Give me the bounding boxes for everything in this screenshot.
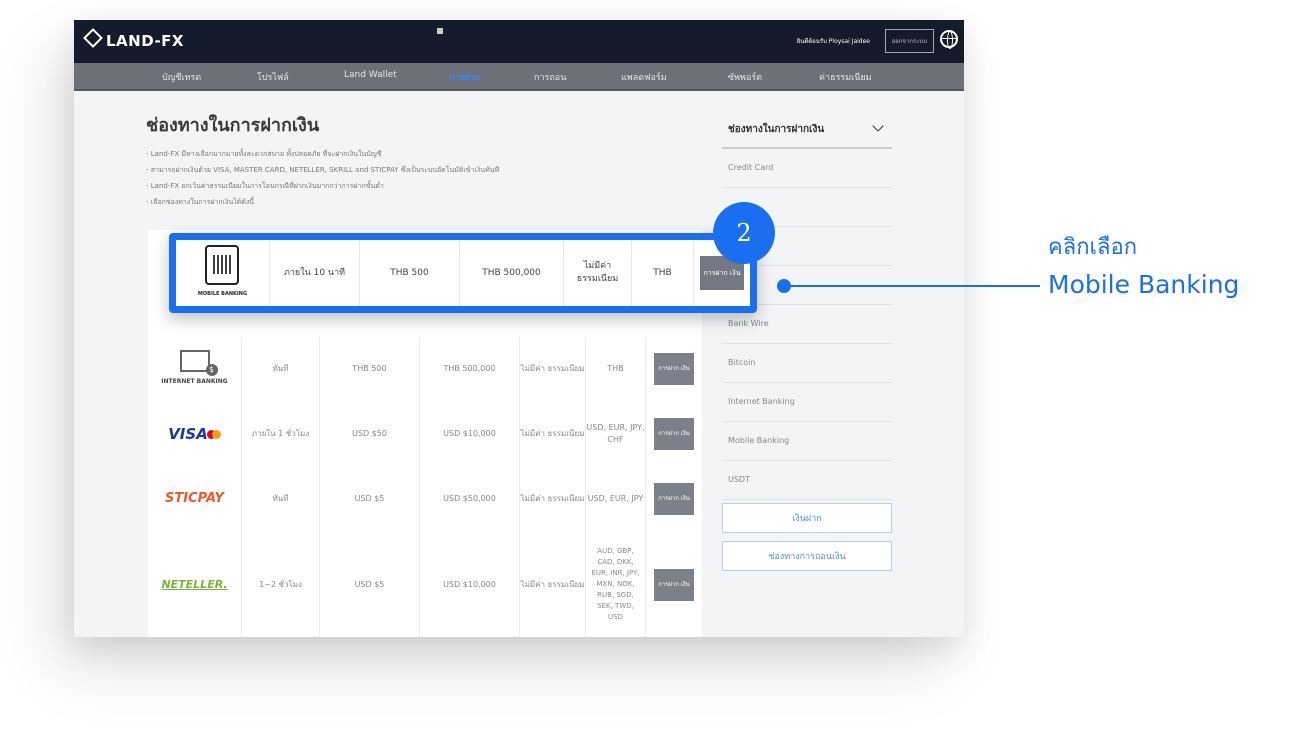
page-title: ช่องทางในการฝากเงิน: [146, 115, 320, 136]
welcome-text: ยินดีต้อนรับ Ploysai Jaidee: [796, 38, 870, 45]
method-cell: MOBILE BANKING: [176, 240, 270, 306]
bullet-item: Land-FX มีทางเลือกมากมายทั้งสะดวกสบาย ทั…: [146, 146, 499, 162]
deposit-channel-button[interactable]: เงินฝาก: [722, 503, 892, 533]
bullet-item: สามารถฝากเงินด้วย VISA, MASTER CARD, NET…: [146, 162, 499, 178]
square-icon: [437, 28, 443, 34]
nav-platform[interactable]: แพลตฟอร์ม: [621, 70, 667, 84]
brand-logo[interactable]: LAND-FX: [83, 28, 184, 50]
annotation-line-1: คลิกเลือก: [1048, 235, 1138, 260]
intro-bullets: Land-FX มีทางเลือกมากมายทั้งสะดวกสบาย ทั…: [146, 146, 499, 210]
deposit-button[interactable]: การฝาก เงิน: [654, 417, 694, 450]
neteller-logo: NETELLER.: [161, 577, 228, 591]
deposit-button[interactable]: การฝาก เงิน: [654, 483, 694, 515]
diamond-logo-icon: [83, 28, 103, 48]
max-cell: THB 500,000: [420, 337, 520, 401]
nav-support[interactable]: ซัพพอร์ต: [728, 70, 762, 84]
nav-land-wallet[interactable]: Land Wallet: [344, 70, 397, 80]
qr-phone-icon: [205, 245, 240, 285]
step-badge: 2: [713, 202, 775, 264]
nav-fees[interactable]: ค่าธรรมเนียม: [819, 70, 872, 84]
nav-trading-account[interactable]: บัญชีเทรด: [162, 70, 201, 84]
method-cell: NETELLER.: [148, 532, 242, 637]
min-cell: USD $50: [320, 401, 420, 466]
action-cell: การฝาก เงิน: [646, 337, 702, 401]
currency-cell: USD, EUR, JPY, CHF: [586, 401, 646, 466]
screenshot-frame: LAND-FX ยินดีต้อนรับ Ploysai Jaidee ออกจ…: [74, 20, 964, 637]
bank-icon: [179, 350, 218, 376]
action-cell: การฝาก เงิน: [646, 401, 702, 466]
table-row: INTERNET BANKING ทันที THB 500 THB 500,0…: [148, 337, 702, 402]
visa-logo: VISA: [168, 424, 221, 443]
time-cell: ทันที: [242, 337, 320, 401]
time-cell: 1~2 ชั่วโมง: [242, 532, 320, 637]
max-cell: USD $10,000: [420, 532, 520, 637]
currency-cell: AUD, GBP, CAD, DKK, EUR, INR, JPY, MXN, …: [586, 532, 646, 637]
method-cell: VISA: [148, 401, 242, 466]
time-cell: ภายใน 1 ชั่วโมง: [242, 401, 320, 466]
deposit-button[interactable]: การฝาก เงิน: [654, 568, 694, 601]
sidebar-item-mobile-banking[interactable]: Mobile Banking: [722, 422, 892, 461]
min-cell: USD $5: [320, 466, 420, 532]
bullet-item: Land-FX ยกเว้นค่าธรรมเนียมในการโอนกรณีที…: [146, 178, 499, 194]
table-row: NETELLER. 1~2 ชั่วโมง USD $5 USD $10,000…: [148, 532, 702, 637]
min-cell: USD $5: [320, 532, 420, 637]
fee-cell: ไม่มีค่า ธรรมเนียม: [520, 401, 586, 466]
fee-cell: ไม่มีค่า ธรรมเนียม: [520, 532, 586, 637]
deposit-button[interactable]: การฝาก เงิน: [654, 353, 694, 385]
time-cell: ภายใน 10 นาที: [270, 240, 360, 306]
highlighted-mobile-banking-row[interactable]: MOBILE BANKING ภายใน 10 นาที THB 500 THB…: [169, 233, 757, 313]
connector-line: [783, 285, 1040, 287]
method-label: VISA: [168, 424, 208, 443]
fee-cell: ไม่มีค่า ธรรมเนียม: [520, 337, 586, 401]
withdraw-channel-button[interactable]: ช่องทางการถอนเงิน: [722, 541, 892, 571]
nav-profile[interactable]: โปรไฟล์: [257, 70, 289, 84]
logo-text: LAND-FX: [106, 32, 184, 50]
min-cell: THB 500: [320, 337, 420, 401]
currency-cell: THB: [632, 240, 694, 306]
sidebar-dropdown[interactable]: ช่องทางในการฝากเงิน: [722, 110, 892, 149]
method-cell: INTERNET BANKING: [148, 337, 242, 401]
chevron-down-icon: [872, 120, 884, 132]
table-row: VISA ภายใน 1 ชั่วโมง USD $50 USD $10,000…: [148, 401, 702, 467]
fee-cell: ไม่มีค่า ธรรมเนียม: [520, 466, 586, 532]
method-label: MOBILE BANKING: [197, 291, 248, 297]
time-cell: ทันที: [242, 466, 320, 532]
max-cell: USD $10,000: [420, 401, 520, 466]
method-cell: STICPAY: [148, 466, 242, 532]
logout-button[interactable]: ออกจากระบบ: [884, 29, 934, 53]
action-cell: การฝาก เงิน: [646, 466, 702, 532]
sidebar-heading: ช่องทางในการฝากเงิน: [728, 124, 825, 135]
sidebar-item-bitcoin[interactable]: Bitcoin: [722, 344, 892, 383]
sticpay-logo: STICPAY: [165, 491, 224, 506]
nav-withdraw[interactable]: การถอน: [534, 70, 566, 84]
currency-cell: THB: [586, 337, 646, 401]
sidebar-item-internet-banking[interactable]: Internet Banking: [722, 383, 892, 422]
sidebar-item-credit-card[interactable]: Credit Card: [722, 149, 892, 188]
main-nav: บัญชีเทรด โปรไฟล์ Land Wallet การฝาก การ…: [74, 63, 964, 91]
mastercard-icon-part: [211, 429, 221, 439]
annotation-line-2: Mobile Banking: [1048, 270, 1240, 299]
currency-cell: USD, EUR, JPY: [586, 466, 646, 532]
method-label: INTERNET BANKING: [161, 378, 228, 385]
sidebar-item-usdt[interactable]: USDT: [722, 461, 892, 500]
action-cell: การฝาก เงิน: [646, 532, 702, 637]
bullet-item: เลือกช่องทางในการฝากเงินได้ดังนี้: [146, 194, 499, 210]
top-header: LAND-FX ยินดีต้อนรับ Ploysai Jaidee ออกจ…: [74, 20, 964, 63]
fee-cell: ไม่มีค่า ธรรมเนียม: [564, 240, 632, 306]
max-cell: THB 500,000: [460, 240, 564, 306]
table-row: STICPAY ทันที USD $5 USD $50,000 ไม่มีค่…: [148, 466, 702, 533]
max-cell: USD $50,000: [420, 466, 520, 532]
min-cell: THB 500: [360, 240, 460, 306]
globe-icon[interactable]: [940, 30, 958, 49]
nav-deposit[interactable]: การฝาก: [449, 70, 480, 84]
